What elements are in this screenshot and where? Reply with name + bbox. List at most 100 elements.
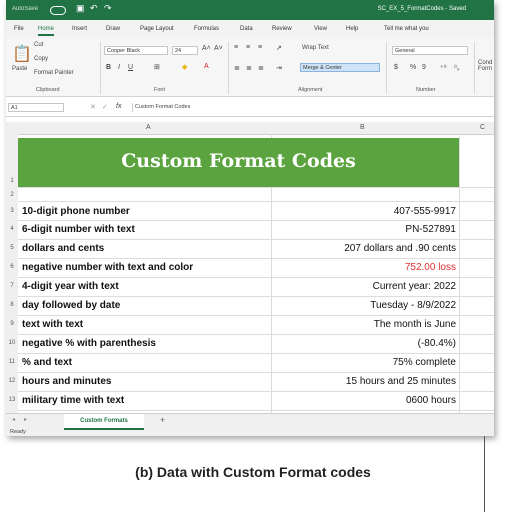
scroll-tabs-left-icon[interactable]: ◂ bbox=[12, 416, 15, 423]
column-header-a[interactable]: A bbox=[146, 124, 151, 131]
cut-button[interactable]: Cut bbox=[34, 42, 43, 48]
formatted-value-cell[interactable]: PN-527891 bbox=[405, 224, 456, 235]
gridline bbox=[18, 258, 494, 259]
font-name-select[interactable]: Cooper Black bbox=[104, 46, 168, 55]
scroll-tabs-right-icon[interactable]: ▸ bbox=[24, 416, 27, 423]
row-label-cell[interactable]: text with text bbox=[22, 319, 83, 330]
paste-button[interactable]: Paste bbox=[12, 66, 27, 72]
formatted-value-cell[interactable]: 207 dollars and .90 cents bbox=[344, 243, 456, 254]
underline-icon[interactable]: U bbox=[128, 64, 133, 71]
align-center-icon[interactable]: ≣ bbox=[246, 64, 252, 72]
formatted-value-cell[interactable]: 407-555-9917 bbox=[394, 206, 456, 217]
row-label-cell[interactable]: hours and minutes bbox=[22, 376, 111, 387]
copy-button[interactable]: Copy bbox=[34, 56, 48, 62]
name-box[interactable]: A1 bbox=[8, 103, 64, 112]
formatted-value-cell[interactable]: The month is June bbox=[374, 319, 456, 330]
row-number[interactable]: 2 bbox=[6, 192, 18, 198]
tell-me-search[interactable]: Tell me what you bbox=[384, 26, 429, 32]
row-label-cell[interactable]: 4-digit year with text bbox=[22, 281, 119, 292]
fill-color-icon[interactable]: ◆ bbox=[182, 63, 187, 71]
increase-decimal-icon[interactable]: ⁺⁰ bbox=[440, 64, 447, 72]
format-painter-button[interactable]: Format Painter bbox=[34, 70, 74, 76]
row-number[interactable]: 11 bbox=[6, 359, 18, 365]
row-number[interactable]: 9 bbox=[6, 321, 18, 327]
comma-button[interactable]: 9 bbox=[422, 64, 426, 71]
formatted-value-cell[interactable]: Tuesday - 8/9/2022 bbox=[370, 300, 456, 311]
formatted-value-cell[interactable]: (-80.4%) bbox=[418, 338, 456, 349]
font-size-select[interactable]: 24 bbox=[172, 46, 198, 55]
row-label-cell[interactable]: negative % with parenthesis bbox=[22, 338, 156, 349]
font-color-icon[interactable]: A bbox=[204, 63, 209, 70]
align-bottom-icon[interactable]: ≡ bbox=[258, 44, 262, 51]
orientation-icon[interactable]: ↗ bbox=[276, 44, 282, 52]
italic-icon[interactable]: I bbox=[118, 64, 120, 71]
align-left-icon[interactable]: ≣ bbox=[234, 64, 240, 72]
column-header-c[interactable]: C bbox=[480, 124, 485, 131]
enter-icon[interactable]: ✓ bbox=[102, 103, 108, 111]
row-number[interactable]: 6 bbox=[6, 264, 18, 270]
formatted-value-cell[interactable]: 752.00 loss bbox=[405, 262, 456, 273]
cancel-icon[interactable]: ✕ bbox=[90, 103, 96, 111]
grow-font-icon[interactable]: A˄ bbox=[202, 45, 211, 52]
tab-review[interactable]: Review bbox=[272, 26, 292, 32]
row-number[interactable]: 3 bbox=[6, 208, 18, 214]
row-label-cell[interactable]: day followed by date bbox=[22, 300, 120, 311]
row-label-cell[interactable]: military time with text bbox=[22, 395, 124, 406]
formula-input[interactable]: Custom Format Codes bbox=[132, 103, 490, 112]
currency-button[interactable]: $ bbox=[394, 64, 398, 71]
title-banner-cell[interactable]: Custom Format Codes bbox=[18, 138, 459, 187]
autosave-toggle[interactable] bbox=[50, 6, 66, 15]
tab-page-layout[interactable]: Page Layout bbox=[140, 26, 174, 32]
row-label-cell[interactable]: 10-digit phone number bbox=[22, 206, 130, 217]
indent-icon[interactable]: ⇥ bbox=[276, 64, 282, 72]
tab-home[interactable]: Home bbox=[38, 26, 55, 36]
new-sheet-button[interactable]: + bbox=[160, 415, 165, 425]
insert-function-icon[interactable]: fx bbox=[116, 103, 121, 110]
align-right-icon[interactable]: ≣ bbox=[258, 64, 264, 72]
ribbon-tabs: File Home Insert Draw Page Layout Formul… bbox=[6, 20, 494, 38]
sheet-tab-custom-formats[interactable]: Custom Formats bbox=[64, 414, 144, 430]
undo-icon[interactable]: ↶ bbox=[90, 3, 98, 14]
tab-file[interactable]: File bbox=[14, 26, 24, 32]
redo-icon[interactable]: ↷ bbox=[104, 3, 112, 14]
formula-bar: A1 ✕ ✓ fx Custom Format Codes bbox=[6, 100, 494, 117]
gridline bbox=[18, 372, 494, 373]
number-format-select[interactable]: General bbox=[392, 46, 468, 55]
shrink-font-icon[interactable]: A˅ bbox=[214, 45, 223, 52]
merge-center-button[interactable]: Merge & Center bbox=[300, 63, 380, 72]
tab-view[interactable]: View bbox=[314, 26, 327, 32]
borders-icon[interactable]: ⊞ bbox=[154, 63, 160, 71]
row-number[interactable]: 8 bbox=[6, 302, 18, 308]
align-middle-icon[interactable]: ≡ bbox=[246, 44, 250, 51]
row-label-cell[interactable]: % and text bbox=[22, 357, 72, 368]
row-number[interactable]: 4 bbox=[6, 226, 18, 232]
row-number[interactable]: 5 bbox=[6, 245, 18, 251]
row-number[interactable]: 13 bbox=[6, 397, 18, 403]
align-top-icon[interactable]: ≡ bbox=[234, 44, 238, 51]
row-number[interactable]: 1 bbox=[6, 178, 18, 184]
conditional-formatting-button[interactable]: Cond Form bbox=[478, 60, 492, 72]
formatted-value-cell[interactable]: 75% complete bbox=[393, 357, 456, 368]
percent-button[interactable]: % bbox=[410, 64, 416, 71]
save-icon[interactable]: ▣ bbox=[76, 3, 85, 14]
formatted-value-cell[interactable]: 0600 hours bbox=[406, 395, 456, 406]
row-number[interactable]: 12 bbox=[6, 378, 18, 384]
row-header-strip bbox=[6, 134, 18, 413]
tab-help[interactable]: Help bbox=[346, 26, 358, 32]
formatted-value-cell[interactable]: 15 hours and 25 minutes bbox=[346, 376, 456, 387]
row-label-cell[interactable]: 6-digit number with text bbox=[22, 224, 135, 235]
tab-draw[interactable]: Draw bbox=[106, 26, 120, 32]
decrease-decimal-icon[interactable]: ⁰₀ bbox=[454, 64, 460, 72]
row-label-cell[interactable]: negative number with text and color bbox=[22, 262, 193, 273]
column-header-b[interactable]: B bbox=[360, 124, 365, 131]
tab-insert[interactable]: Insert bbox=[72, 26, 87, 32]
tab-data[interactable]: Data bbox=[240, 26, 253, 32]
row-number[interactable]: 7 bbox=[6, 283, 18, 289]
row-label-cell[interactable]: dollars and cents bbox=[22, 243, 104, 254]
paste-icon[interactable]: 📋 bbox=[12, 44, 32, 64]
bold-icon[interactable]: B bbox=[106, 64, 111, 71]
wrap-text-button[interactable]: Wrap Text bbox=[302, 45, 329, 51]
tab-formulas[interactable]: Formulas bbox=[194, 26, 219, 32]
row-number[interactable]: 10 bbox=[6, 340, 18, 346]
formatted-value-cell[interactable]: Current year: 2022 bbox=[373, 281, 456, 292]
